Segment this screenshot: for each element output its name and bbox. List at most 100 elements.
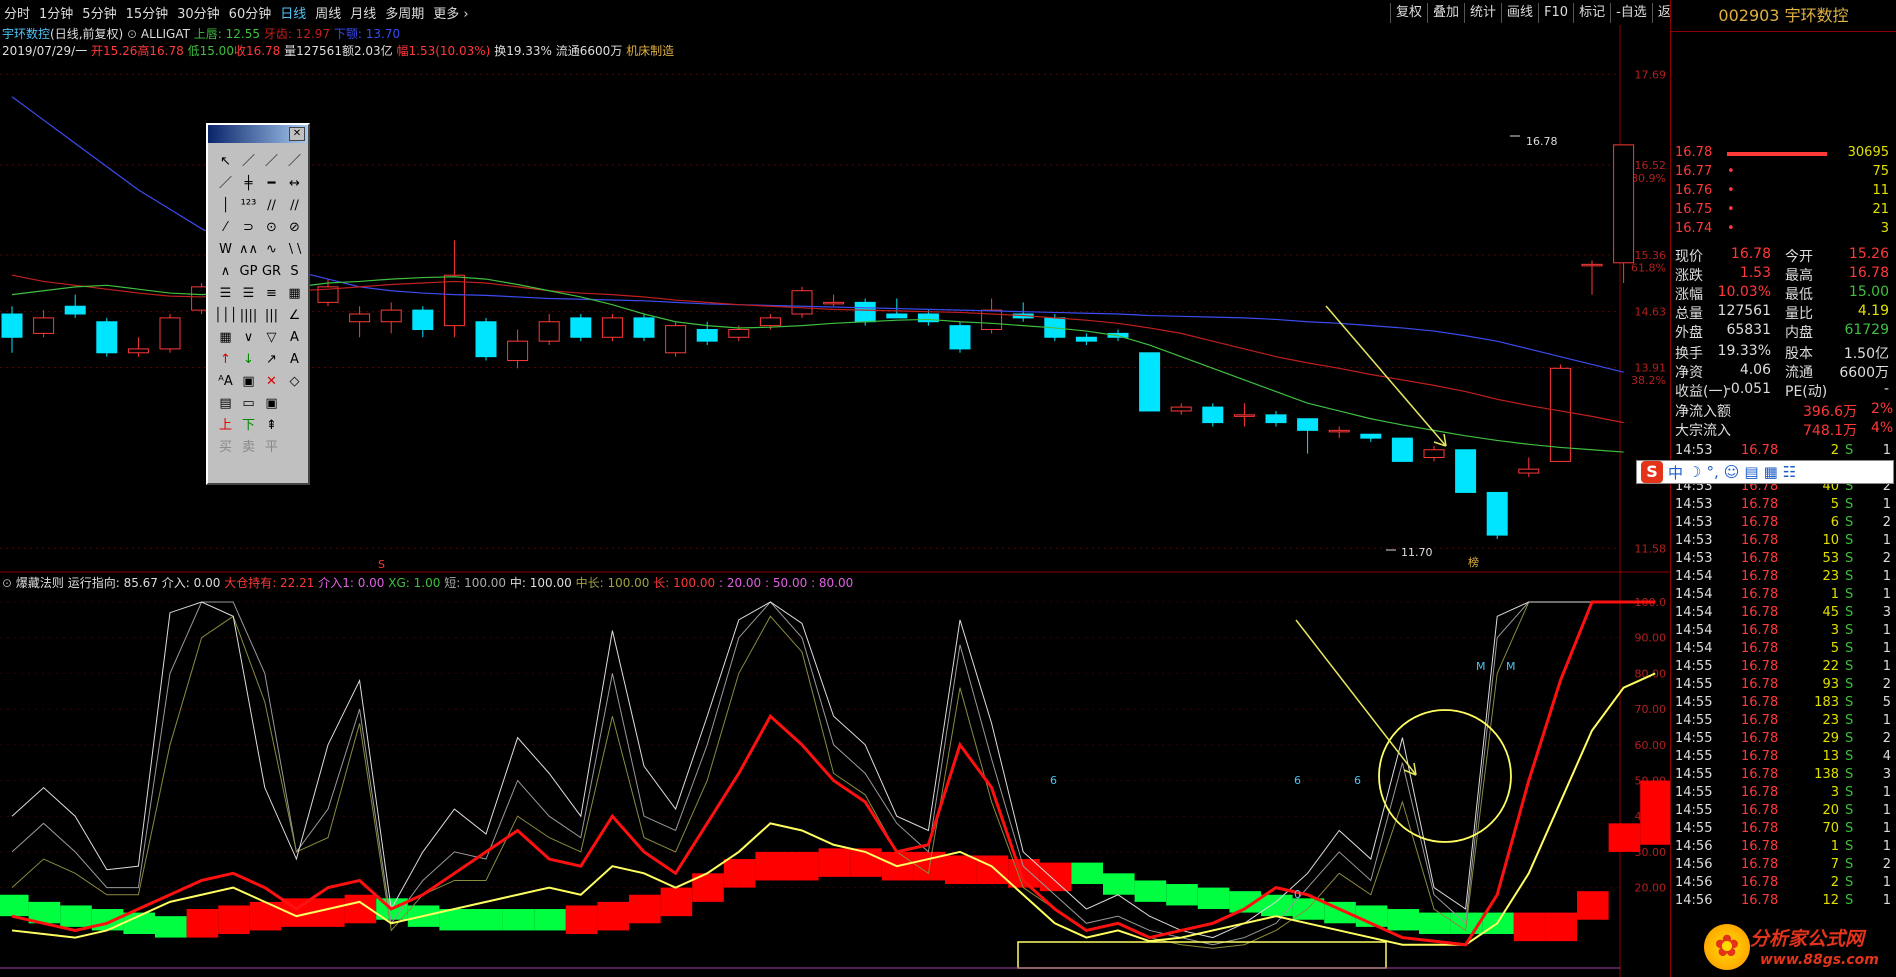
drawing-tool-2-icon[interactable]: ／ <box>260 151 283 173</box>
drawing-tool-47-icon[interactable] <box>283 393 306 415</box>
drawing-tool-43-icon[interactable]: ◇ <box>283 371 306 393</box>
drawing-tool-8-icon[interactable]: │ <box>214 195 237 217</box>
tick-time: 14:55 <box>1675 803 1713 818</box>
price-axis-label: 13.91 <box>1635 362 1667 375</box>
signal-step-bar <box>502 909 535 931</box>
drawing-tool-19-icon[interactable]: ∖∖ <box>283 239 306 261</box>
tick-side: S <box>1845 533 1854 548</box>
drawing-tool-50-icon[interactable]: ⇞ <box>260 415 283 437</box>
drawing-tool-14-icon[interactable]: ⊙ <box>260 217 283 239</box>
drawing-tool-18-icon[interactable]: ∿ <box>260 239 283 261</box>
drawing-tool-55-icon[interactable] <box>283 437 306 459</box>
drawing-tool-38-icon[interactable]: ↗ <box>260 349 283 371</box>
drawing-tool-42-icon[interactable]: ✕ <box>260 371 283 393</box>
drawing-tool-5-icon[interactable]: ╪ <box>237 173 260 195</box>
drawing-tool-33-icon[interactable]: ∨ <box>237 327 260 349</box>
sogou-logo-icon[interactable]: S <box>1641 461 1663 483</box>
drawing-tool-17-icon[interactable]: ∧∧ <box>237 239 260 261</box>
tick-price: 16.78 <box>1741 443 1779 458</box>
drawing-tool-25-icon[interactable]: ☰ <box>237 283 260 305</box>
manager-icon[interactable]: ☷ <box>1783 463 1796 481</box>
drawing-tool-6-icon[interactable]: ━ <box>260 173 283 195</box>
smile-icon[interactable]: ☺ <box>1724 463 1740 481</box>
drawing-tool-28-icon[interactable]: │││ <box>214 305 237 327</box>
grid-icon[interactable]: ▦ <box>1764 463 1778 481</box>
drawing-tool-40-icon[interactable]: ᴬA <box>214 371 237 393</box>
ime-toolbar[interactable]: S 中 ☽ °, ☺ ▤ ▦ ☷ <box>1636 460 1894 484</box>
punctuation-icon[interactable]: °, <box>1706 463 1718 481</box>
drawing-tool-4-icon[interactable]: ／ <box>214 173 237 195</box>
drawing-tool-26-icon[interactable]: ≡ <box>260 283 283 305</box>
tick-price: 16.78 <box>1741 641 1779 656</box>
six-label: 6 <box>1354 774 1361 787</box>
quote-label: 量比 <box>1785 306 1813 322</box>
drawing-tool-23-icon[interactable]: S <box>283 261 306 283</box>
drawing-tool-1-icon[interactable]: ／ <box>237 151 260 173</box>
drawing-tool-9-icon[interactable]: ¹²³ <box>237 195 260 217</box>
drawing-tool-49-icon[interactable]: 下 <box>237 415 260 437</box>
drawing-tool-3-icon[interactable]: ／ <box>283 151 306 173</box>
moon-icon[interactable]: ☽ <box>1688 463 1701 481</box>
drawing-tool-13-icon[interactable]: ⊃ <box>237 217 260 239</box>
signal-step-bar <box>1387 909 1419 931</box>
tick-price: 16.78 <box>1741 875 1779 890</box>
quote-label: PE(动) <box>1785 384 1828 400</box>
tick-price: 16.78 <box>1741 551 1779 566</box>
drawing-tool-15-icon[interactable]: ⊘ <box>283 217 306 239</box>
drawing-tool-21-icon[interactable]: GP <box>237 261 260 283</box>
drawing-tool-29-icon[interactable]: |||| <box>237 305 260 327</box>
drawing-tool-54-icon[interactable]: 平 <box>260 437 283 459</box>
drawing-tool-12-icon[interactable]: ⁄ <box>214 217 237 239</box>
stock-code: 002903 <box>1718 6 1780 25</box>
tick-row: 14:53 16.78 53 S 2 <box>1673 551 1895 569</box>
drawing-tool-44-icon[interactable]: ▤ <box>214 393 237 415</box>
drawing-tool-36-icon[interactable]: ↑ <box>214 349 237 371</box>
drawing-tool-10-icon[interactable]: ∕∕ <box>260 195 283 217</box>
drawing-tool-41-icon[interactable]: ▣ <box>237 371 260 393</box>
drawing-tool-24-icon[interactable]: ☰ <box>214 283 237 305</box>
drawing-tools-window[interactable]: ✕ ↖ ／／／／ ╪ ━ ↔ │ ¹²³ ∕∕ ∕∕ ⁄ ⊃ ⊙ ⊘ W ∧∧ ∿ ∖∖ ∧ GP GR S ☰ ☰ ≡ ▦ ││… <box>206 123 310 485</box>
drawing-tool-7-icon[interactable]: ↔ <box>283 173 306 195</box>
drawing-tool-53-icon[interactable]: 卖 <box>237 437 260 459</box>
tick-count: 1 <box>1882 533 1891 548</box>
tick-count: 1 <box>1882 893 1891 908</box>
drawing-tool-16-icon[interactable]: W <box>214 239 237 261</box>
tick-count: 1 <box>1882 587 1891 602</box>
orderbook-price: 16.74 <box>1675 221 1713 236</box>
drawing-tool-27-icon[interactable]: ▦ <box>283 283 306 305</box>
chinese-mode-icon[interactable]: 中 <box>1668 462 1683 483</box>
candle-body <box>1139 352 1161 412</box>
drawing-tool-0-icon[interactable]: ↖ <box>214 151 237 173</box>
drawing-tool-30-icon[interactable]: ||| <box>260 305 283 327</box>
drawing-tool-35-icon[interactable]: A <box>283 327 306 349</box>
drawing-tool-34-icon[interactable]: ▽ <box>260 327 283 349</box>
quote-value: 15.26 <box>1848 246 1889 262</box>
drawing-tool-32-icon[interactable]: ▦ <box>214 327 237 349</box>
tick-volume: 2 <box>1830 875 1839 890</box>
tick-side: S <box>1845 515 1854 530</box>
tick-volume: 12 <box>1822 893 1839 908</box>
drawing-tool-46-icon[interactable]: ▣ <box>260 393 283 415</box>
tick-time: 14:54 <box>1675 569 1713 584</box>
close-icon[interactable]: ✕ <box>289 127 305 141</box>
keyboard-icon[interactable]: ▤ <box>1744 463 1758 481</box>
drawing-tool-39-icon[interactable]: A <box>283 349 306 371</box>
drawing-tool-37-icon[interactable]: ↓ <box>237 349 260 371</box>
drawing-tool-20-icon[interactable]: ∧ <box>214 261 237 283</box>
indicator-l50: : 50.00 <box>765 576 808 590</box>
drawing-tool-52-icon[interactable]: 买 <box>214 437 237 459</box>
chevron-down-icon[interactable]: ⊙ <box>2 576 12 590</box>
drawing-tool-31-icon[interactable]: ∠ <box>283 305 306 327</box>
drawing-tool-45-icon[interactable]: ▭ <box>237 393 260 415</box>
drawing-tool-51-icon[interactable] <box>283 415 306 437</box>
drawing-tool-22-icon[interactable]: GR <box>260 261 283 283</box>
tick-volume: 183 <box>1814 695 1839 710</box>
drawing-tool-48-icon[interactable]: 上 <box>214 415 237 437</box>
quote-value: 6600万 <box>1839 365 1889 381</box>
tick-count: 1 <box>1882 623 1891 638</box>
tick-side: S <box>1845 875 1854 890</box>
stock-name-header: 宇环数控 <box>1784 6 1849 25</box>
tick-side: S <box>1845 605 1854 620</box>
tick-volume: 5 <box>1830 641 1839 656</box>
drawing-tool-11-icon[interactable]: ∕∕ <box>283 195 306 217</box>
